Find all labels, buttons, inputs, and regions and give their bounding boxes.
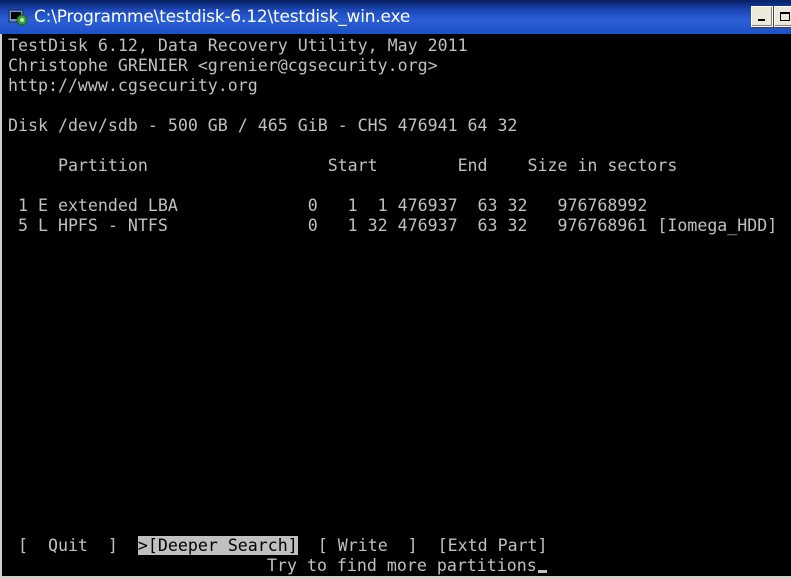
menu-bar: [ Quit ] >[Deeper Search] [ Write ] [Ext… <box>8 536 548 555</box>
hint-line: Try to find more partitions <box>267 556 547 576</box>
disk-info: Disk /dev/sdb - 500 GB / 465 GiB - CHS 4… <box>8 116 518 135</box>
window-title: C:\Programme\testdisk-6.12\testdisk_win.… <box>34 7 411 27</box>
write-option[interactable]: [ Write ] <box>318 536 418 555</box>
partition-row-1[interactable]: 1 E extended LBA 0 1 1 476937 63 32 9767… <box>8 196 647 216</box>
title-bar[interactable]: C:\Programme\testdisk-6.12\testdisk_win.… <box>0 0 791 34</box>
deeper-search-option[interactable]: >[Deeper Search] <box>137 536 298 555</box>
console-area[interactable]: TestDisk 6.12, Data Recovery Utility, Ma… <box>0 34 791 576</box>
maximize-icon <box>780 11 790 21</box>
partition-table-header: Partition Start End Size in sectors <box>8 156 678 175</box>
partition-row-2[interactable]: 5 L HPFS - NTFS 0 1 32 476937 63 32 9767… <box>8 216 777 236</box>
header-line-2: Christophe GRENIER <grenier@cgsecurity.o… <box>8 56 438 75</box>
quit-option[interactable]: Quit <box>28 536 108 555</box>
maximize-button[interactable] <box>774 6 791 27</box>
console-window: C:\Programme\testdisk-6.12\testdisk_win.… <box>0 0 791 579</box>
header-line-3: http://www.cgsecurity.org <box>8 76 258 95</box>
app-icon <box>8 7 28 27</box>
minimize-icon <box>758 18 765 21</box>
header-line-1: TestDisk 6.12, Data Recovery Utility, Ma… <box>8 36 468 55</box>
text-cursor <box>537 570 547 573</box>
hint-text: Try to find more partitions <box>267 556 537 575</box>
extd-part-option[interactable]: [Extd Part] <box>438 536 548 555</box>
minimize-button[interactable] <box>751 6 773 27</box>
